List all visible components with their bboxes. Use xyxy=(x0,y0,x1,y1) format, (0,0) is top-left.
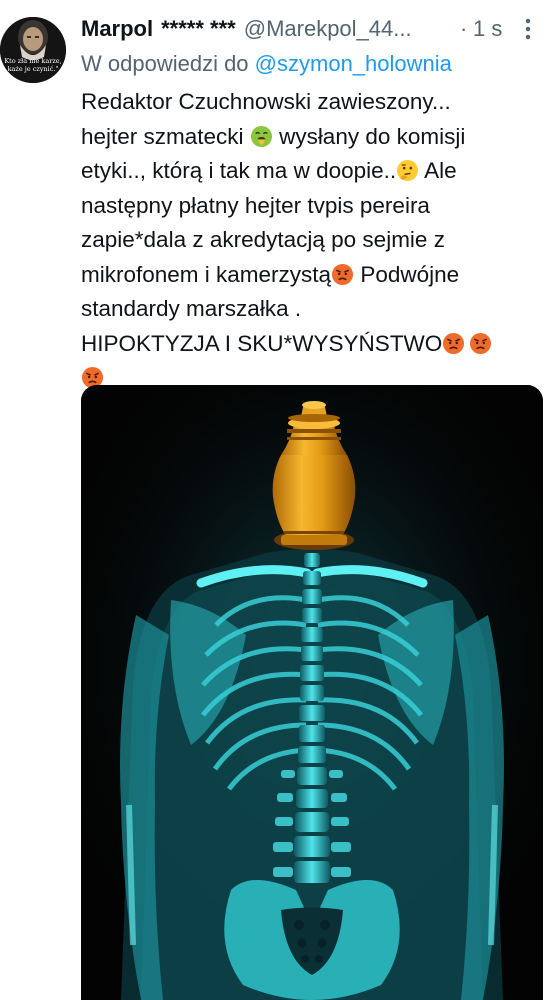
avatar-portrait-icon xyxy=(0,17,66,83)
tweet-text-segment: Ale xyxy=(419,158,457,183)
tweet-text-segment: HIPOKTYZJA I SKU*WYSYŃSTWO xyxy=(81,330,443,356)
thinking-face-emoji-icon xyxy=(397,159,419,182)
timestamp[interactable]: 1 s xyxy=(473,12,502,46)
xray-skeleton-with-urn-image xyxy=(81,385,543,1000)
tweet-text-segment: hejter szmatecki xyxy=(81,123,250,149)
tweet-text-line: Redaktor Czuchnowski zawieszony... xyxy=(81,89,451,114)
tweet-text-segment: Podwójne xyxy=(354,261,460,287)
avatar[interactable]: Kto zła nie karze, każe je czynić." xyxy=(0,17,66,83)
reply-context: W odpowiedzi do @szymon_holownia xyxy=(81,48,452,80)
tweet-media-image[interactable] xyxy=(81,385,543,1000)
tweet-text-segment: wysłany do komisji xyxy=(272,123,466,149)
tweet: Kto zła nie karze, każe je czynić." Marp… xyxy=(0,0,551,1000)
reply-prefix: W odpowiedzi do xyxy=(81,51,249,76)
angry-face-emoji-icon xyxy=(470,332,492,354)
tweet-text: Redaktor Czuchnowski zawieszony... hejte… xyxy=(81,85,543,396)
tweet-text-segment: etyki.., którą i tak ma w doopie.. xyxy=(81,158,397,183)
tweet-text-line: standardy marszałka . xyxy=(81,296,302,321)
tweet-text-line: etyki.., którą i tak ma w doopie.. Ale xyxy=(81,154,543,189)
separator-dot: · xyxy=(460,16,468,41)
author-handle[interactable]: @Marekpol_44... xyxy=(244,16,412,41)
tweet-text-line: zapie*dala z akredytacją po sejmie z xyxy=(81,227,445,252)
more-options-icon[interactable] xyxy=(524,18,532,40)
avatar-quote: Kto zła nie karze, każe je czynić." xyxy=(4,57,62,73)
tweet-text-line: HIPOKTYZJA I SKU*WYSYŃSTWO xyxy=(81,327,543,362)
author-display-name[interactable]: Marpol xyxy=(81,16,153,41)
author-badge-text[interactable]: ***** *** xyxy=(161,16,236,41)
face-vomiting-emoji-icon xyxy=(250,125,272,147)
tweet-text-line: następny płatny hejter tvpis pereira xyxy=(81,192,430,218)
angry-face-emoji-icon xyxy=(332,263,354,285)
tweet-header: Marpol ***** *** @Marekpol_44... · 1 s xyxy=(81,12,541,46)
tweet-text-line: hejter szmatecki wysłany do komisji xyxy=(81,120,543,155)
reply-to-handle-link[interactable]: @szymon_holownia xyxy=(255,51,452,76)
tweet-text-line: mikrofonem i kamerzystą Podwójne xyxy=(81,258,543,293)
angry-face-emoji-icon xyxy=(443,332,465,354)
tweet-text-segment: mikrofonem i kamerzystą xyxy=(81,261,332,287)
